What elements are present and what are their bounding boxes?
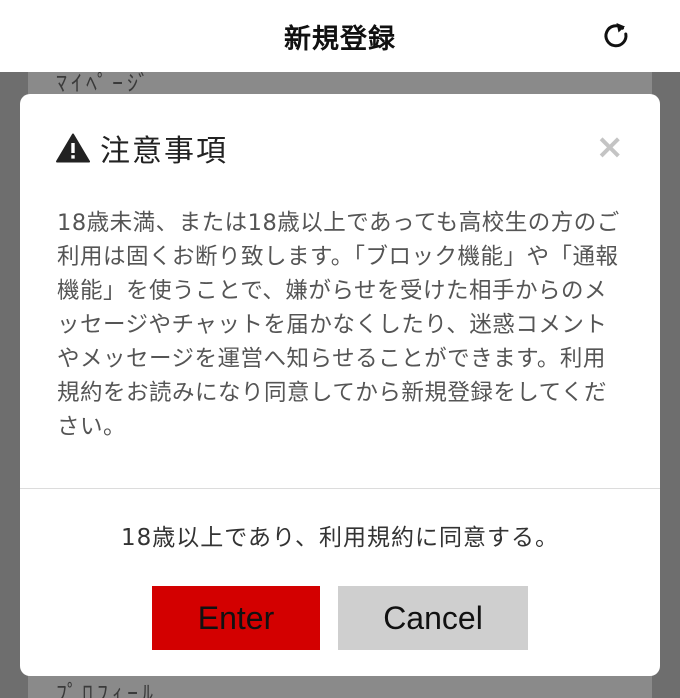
modal-header: 注意事項 × (56, 128, 625, 169)
enter-button[interactable]: Enter (152, 586, 320, 650)
notice-modal: 注意事項 × 18歳未満、または18歳以上であっても高校生の方のご利用は固くお断… (20, 94, 660, 676)
divider (20, 488, 660, 489)
modal-body-text: 18歳未満、または18歳以上であっても高校生の方のご利用は固くお断り致します。「… (57, 210, 620, 440)
warning-icon (56, 133, 90, 163)
confirm-text: 18歳以上であり、利用規約に同意する。 (120, 525, 560, 551)
cancel-button[interactable]: Cancel (338, 586, 528, 650)
page-title: 新規登録 (284, 23, 396, 55)
modal-title: 注意事項 (100, 134, 228, 169)
top-bar: 新規登録 (0, 0, 680, 72)
background-text-bottom: ﾌﾟﾛﾌｨｰﾙ (56, 682, 158, 698)
reload-icon[interactable] (600, 20, 632, 52)
close-icon[interactable]: × (596, 130, 625, 164)
